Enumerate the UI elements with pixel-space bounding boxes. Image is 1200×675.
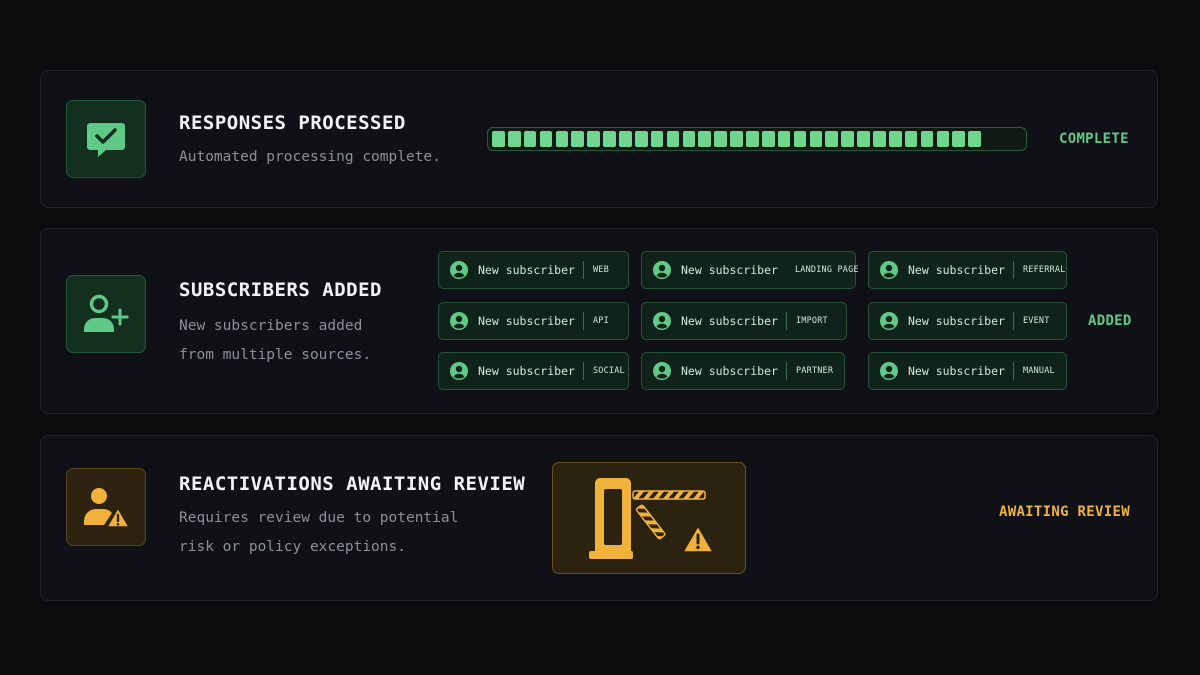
progress-segment — [571, 131, 585, 147]
progress-segment — [888, 131, 902, 147]
progress-segment — [555, 131, 569, 147]
avatar-icon — [450, 312, 468, 330]
progress-segment — [698, 131, 712, 147]
reactivations-description: Requires review due to potential risk or… — [179, 510, 459, 555]
progress-segment — [587, 131, 600, 147]
processed-description: Automated processing complete. — [179, 149, 441, 165]
progress-segment — [936, 131, 950, 147]
progress-segment — [492, 131, 505, 147]
avatar-icon — [880, 362, 898, 380]
progress-segment — [873, 131, 886, 147]
progress-segment — [904, 131, 918, 147]
responses-processed-card: RESPONSES PROCESSED Automated processing… — [40, 70, 1158, 208]
chip-label: New subscriber — [681, 364, 778, 378]
avatar-icon — [653, 362, 671, 380]
chip-label: New subscriber — [681, 263, 778, 277]
progress-segment — [968, 131, 981, 147]
status-complete: COMPLETE — [1059, 131, 1129, 147]
subscriber-chip: New subscriber SOCIAL — [438, 352, 629, 390]
icon-tile-reactivations — [66, 468, 146, 546]
progress-segment — [523, 131, 537, 147]
progress-segment — [809, 131, 823, 147]
barrier-gate-warning-icon — [589, 478, 714, 559]
page-title-reactivations: REACTIVATIONS AWAITING REVIEW — [179, 473, 526, 495]
chip-label: New subscriber — [908, 314, 1005, 328]
progress-segment — [714, 131, 727, 147]
chip-divider — [785, 362, 787, 380]
status-added: ADDED — [1088, 313, 1132, 329]
progress-segment — [539, 131, 553, 147]
progress-segment — [793, 131, 807, 147]
page-title-subscribers: SUBSCRIBERS ADDED — [179, 279, 382, 301]
chip-source: WEB — [592, 265, 609, 275]
chip-source: EVENT — [1022, 316, 1050, 326]
progress-bar — [487, 127, 1027, 151]
subscriber-chip: New subscriber EVENT — [868, 302, 1067, 340]
chip-source: SOCIAL — [592, 366, 625, 376]
subscribers-description: New subscribers added from multiple sour… — [179, 318, 372, 363]
progress-segment — [507, 131, 521, 147]
subscriber-chip: New subscriber REFERRAL — [868, 251, 1067, 289]
chip-divider — [1012, 312, 1014, 330]
progress-segment — [666, 131, 680, 147]
avatar-icon — [450, 362, 468, 380]
progress-segment — [619, 131, 632, 147]
chip-source: LANDING PAGE — [794, 265, 859, 275]
barrier-illustration — [552, 462, 746, 574]
progress-segment — [920, 131, 934, 147]
chat-check-icon — [87, 123, 125, 157]
avatar-icon — [880, 312, 898, 330]
subscriber-chip: New subscriber LANDING PAGE — [641, 251, 859, 289]
subscribers-added-card: SUBSCRIBERS ADDED New subscribers added … — [40, 228, 1158, 414]
subscriber-chip: New subscriber PARTNER — [641, 352, 845, 390]
chip-source: PARTNER — [795, 366, 834, 376]
progress-segment — [825, 131, 839, 147]
chip-label: New subscriber — [478, 263, 575, 277]
icon-tile-subscribers — [66, 275, 146, 353]
avatar-icon — [880, 261, 898, 279]
progress-segment — [761, 131, 775, 147]
avatar-icon — [450, 261, 468, 279]
reactivations-card: REACTIVATIONS AWAITING REVIEW Requires r… — [40, 435, 1158, 601]
avatar-icon — [653, 312, 671, 330]
subscriber-chip: New subscriber WEB — [438, 251, 629, 289]
chip-source: API — [592, 316, 609, 326]
subscriber-chip: New subscriber API — [438, 302, 629, 340]
progress-segment — [746, 131, 759, 147]
user-add-icon — [84, 294, 129, 332]
chip-divider — [582, 261, 584, 279]
chip-divider — [1012, 261, 1014, 279]
chip-source: IMPORT — [795, 316, 828, 326]
chip-label: New subscriber — [908, 364, 1005, 378]
chip-source: MANUAL — [1022, 366, 1055, 376]
chip-source: REFERRAL — [1022, 265, 1066, 275]
subscriber-chip: New subscriber MANUAL — [868, 352, 1067, 390]
avatar-icon — [653, 261, 671, 279]
progress-segment — [777, 131, 791, 147]
progress-segment — [857, 131, 870, 147]
chip-label: New subscriber — [681, 314, 778, 328]
progress-segment — [730, 131, 743, 147]
chip-label: New subscriber — [908, 263, 1005, 277]
chip-divider — [582, 362, 584, 380]
progress-segment — [841, 131, 854, 147]
subscriber-chip: New subscriber IMPORT — [641, 302, 847, 340]
icon-tile-processed — [66, 100, 146, 178]
progress-segment — [634, 131, 648, 147]
progress-segment — [603, 131, 616, 147]
chip-divider — [785, 312, 787, 330]
status-awaiting-review: AWAITING REVIEW — [999, 504, 1130, 520]
chip-label: New subscriber — [478, 364, 575, 378]
progress-segment — [952, 131, 966, 147]
user-warning-icon — [84, 488, 130, 528]
chip-label: New subscriber — [478, 314, 575, 328]
chip-divider — [1012, 362, 1014, 380]
progress-segment — [650, 131, 664, 147]
progress-segment — [682, 131, 696, 147]
page-title-processed: RESPONSES PROCESSED — [179, 112, 406, 134]
chip-divider — [582, 312, 584, 330]
